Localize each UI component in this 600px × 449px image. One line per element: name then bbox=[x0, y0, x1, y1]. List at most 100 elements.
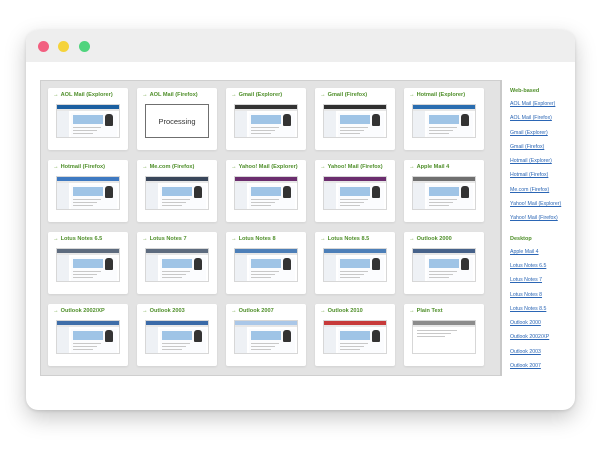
desktop-client-link[interactable]: Lotus Notes 7 bbox=[510, 277, 574, 283]
preview-card[interactable]: → Hotmail (Explorer) bbox=[404, 88, 484, 150]
client-screenshot-thumbnail[interactable] bbox=[234, 248, 298, 282]
preview-card-title[interactable]: → Lotus Notes 7 bbox=[142, 236, 187, 242]
preview-card-title[interactable]: → Apple Mail 4 bbox=[409, 164, 449, 170]
preview-card-title[interactable]: → Outlook 2002/XP bbox=[53, 308, 105, 314]
preview-card[interactable]: → AOL Mail (Firefox) Processing bbox=[137, 88, 217, 150]
arrow-right-icon: → bbox=[142, 164, 148, 170]
preview-card[interactable]: → Outlook 2002/XP bbox=[48, 304, 128, 366]
preview-card-title[interactable]: → Me.com (Firefox) bbox=[142, 164, 194, 170]
desktop-client-link[interactable]: Outlook 2003 bbox=[510, 349, 574, 355]
preview-card-label: AOL Mail (Firefox) bbox=[149, 92, 198, 98]
arrow-right-icon: → bbox=[142, 308, 148, 314]
preview-card-title[interactable]: → Hotmail (Firefox) bbox=[53, 164, 105, 170]
preview-card-title[interactable]: → Outlook 2007 bbox=[231, 308, 274, 314]
preview-card-title[interactable]: → Yahoo! Mail (Firefox) bbox=[320, 164, 383, 170]
desktop-client-link[interactable]: Outlook 2000 bbox=[510, 320, 574, 326]
processing-placeholder[interactable]: Processing bbox=[145, 104, 209, 138]
client-screenshot-thumbnail[interactable] bbox=[234, 320, 298, 354]
client-screenshot-thumbnail[interactable] bbox=[56, 248, 120, 282]
preview-card-label: Gmail (Explorer) bbox=[238, 92, 283, 98]
preview-card[interactable]: → Plain Text bbox=[404, 304, 484, 366]
preview-card[interactable]: → Outlook 2010 bbox=[315, 304, 395, 366]
preview-card[interactable]: → Gmail (Firefox) bbox=[315, 88, 395, 150]
webbased-client-link[interactable]: Yahoo! Mail (Explorer) bbox=[510, 201, 574, 207]
preview-card[interactable]: → Hotmail (Firefox) bbox=[48, 160, 128, 222]
client-screenshot-thumbnail[interactable] bbox=[323, 320, 387, 354]
client-sidebar: Web-based AOL Mail (Explorer) AOL Mail (F… bbox=[510, 88, 574, 377]
arrow-right-icon: → bbox=[231, 164, 237, 170]
client-screenshot-thumbnail[interactable] bbox=[323, 176, 387, 210]
preview-card[interactable]: → Gmail (Explorer) bbox=[226, 88, 306, 150]
preview-card[interactable]: → Lotus Notes 7 bbox=[137, 232, 217, 294]
desktop-client-link[interactable]: Outlook 2007 bbox=[510, 363, 574, 369]
preview-card-title[interactable]: → Yahoo! Mail (Explorer) bbox=[231, 164, 298, 170]
webbased-client-link[interactable]: Gmail (Explorer) bbox=[510, 130, 574, 136]
preview-card-title[interactable]: → AOL Mail (Firefox) bbox=[142, 92, 198, 98]
preview-card-title[interactable]: → Outlook 2010 bbox=[320, 308, 363, 314]
desktop-client-link[interactable]: Lotus Notes 8.5 bbox=[510, 306, 574, 312]
webbased-client-link[interactable]: Hotmail (Firefox) bbox=[510, 172, 574, 178]
preview-card[interactable]: → Outlook 2000 bbox=[404, 232, 484, 294]
client-screenshot-thumbnail[interactable] bbox=[412, 320, 476, 354]
arrow-right-icon: → bbox=[53, 236, 59, 242]
desktop-client-link[interactable]: Outlook 2002/XP bbox=[510, 334, 574, 340]
webbased-client-link[interactable]: Yahoo! Mail (Firefox) bbox=[510, 215, 574, 221]
client-screenshot-thumbnail[interactable] bbox=[56, 176, 120, 210]
preview-card[interactable]: → Yahoo! Mail (Explorer) bbox=[226, 160, 306, 222]
client-screenshot-thumbnail[interactable] bbox=[56, 104, 120, 138]
desktop-client-link[interactable]: Lotus Notes 8 bbox=[510, 292, 574, 298]
preview-card-title[interactable]: → AOL Mail (Explorer) bbox=[53, 92, 113, 98]
client-screenshot-thumbnail[interactable] bbox=[56, 320, 120, 354]
app-window: → AOL Mail (Explorer) → AOL Mail (Firefox) P… bbox=[26, 30, 575, 410]
preview-card[interactable]: → Apple Mail 4 bbox=[404, 160, 484, 222]
preview-card-label: Hotmail (Explorer) bbox=[416, 92, 466, 98]
preview-card[interactable]: → AOL Mail (Explorer) bbox=[48, 88, 128, 150]
preview-card-title[interactable]: → Lotus Notes 8 bbox=[231, 236, 276, 242]
preview-card-title[interactable]: → Lotus Notes 8.5 bbox=[320, 236, 369, 242]
client-screenshot-thumbnail[interactable] bbox=[234, 176, 298, 210]
webbased-client-link[interactable]: AOL Mail (Explorer) bbox=[510, 101, 574, 107]
arrow-right-icon: → bbox=[53, 164, 59, 170]
webbased-client-link[interactable]: AOL Mail (Firefox) bbox=[510, 115, 574, 121]
preview-card-title[interactable]: → Outlook 2000 bbox=[409, 236, 452, 242]
preview-card-title[interactable]: → Gmail (Firefox) bbox=[320, 92, 367, 98]
preview-card[interactable]: → Outlook 2003 bbox=[137, 304, 217, 366]
preview-card-title[interactable]: → Lotus Notes 6.5 bbox=[53, 236, 102, 242]
client-screenshot-thumbnail[interactable] bbox=[145, 176, 209, 210]
preview-card-label: Gmail (Firefox) bbox=[327, 92, 368, 98]
preview-card[interactable]: → Lotus Notes 8.5 bbox=[315, 232, 395, 294]
client-screenshot-thumbnail[interactable] bbox=[145, 248, 209, 282]
preview-card-title[interactable]: → Outlook 2003 bbox=[142, 308, 185, 314]
arrow-right-icon: → bbox=[409, 308, 415, 314]
client-screenshot-thumbnail[interactable] bbox=[234, 104, 298, 138]
preview-card-title[interactable]: → Hotmail (Explorer) bbox=[409, 92, 465, 98]
preview-card[interactable]: → Yahoo! Mail (Firefox) bbox=[315, 160, 395, 222]
desktop-links: Apple Mail 4 Lotus Notes 6.5 Lotus Notes 7… bbox=[510, 249, 574, 369]
maximize-window-button[interactable] bbox=[79, 41, 90, 52]
preview-card[interactable]: → Lotus Notes 6.5 bbox=[48, 232, 128, 294]
client-screenshot-thumbnail[interactable] bbox=[412, 248, 476, 282]
close-window-button[interactable] bbox=[38, 41, 49, 52]
webbased-client-link[interactable]: Gmail (Firefox) bbox=[510, 144, 574, 150]
grid-scrollbar[interactable] bbox=[500, 80, 502, 376]
preview-card[interactable]: → Me.com (Firefox) bbox=[137, 160, 217, 222]
arrow-right-icon: → bbox=[142, 92, 148, 98]
client-screenshot-thumbnail[interactable] bbox=[412, 104, 476, 138]
minimize-window-button[interactable] bbox=[58, 41, 69, 52]
preview-card-label: Outlook 2007 bbox=[238, 308, 274, 314]
preview-card-title[interactable]: → Gmail (Explorer) bbox=[231, 92, 282, 98]
preview-card-title[interactable]: → Plain Text bbox=[409, 308, 443, 314]
desktop-client-link[interactable]: Lotus Notes 6.5 bbox=[510, 263, 574, 269]
webbased-client-link[interactable]: Me.com (Firefox) bbox=[510, 187, 574, 193]
preview-card-label: Lotus Notes 8 bbox=[238, 236, 276, 242]
client-screenshot-thumbnail[interactable] bbox=[323, 104, 387, 138]
client-screenshot-thumbnail[interactable] bbox=[412, 176, 476, 210]
preview-card[interactable]: → Lotus Notes 8 bbox=[226, 232, 306, 294]
desktop-client-link[interactable]: Apple Mail 4 bbox=[510, 249, 574, 255]
arrow-right-icon: → bbox=[320, 92, 326, 98]
client-screenshot-thumbnail[interactable] bbox=[323, 248, 387, 282]
client-screenshot-thumbnail[interactable] bbox=[145, 320, 209, 354]
webbased-client-link[interactable]: Hotmail (Explorer) bbox=[510, 158, 574, 164]
preview-card-label: Plain Text bbox=[416, 308, 443, 314]
preview-card[interactable]: → Outlook 2007 bbox=[226, 304, 306, 366]
